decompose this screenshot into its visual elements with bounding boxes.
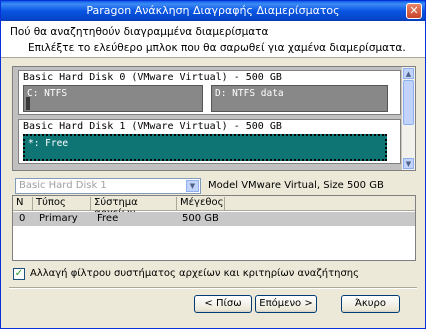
- disk-1[interactable]: Basic Hard Disk 1 (VMware Virtual) - 500…: [18, 119, 401, 164]
- disk-select-row: Basic Hard Disk 1 ▼ Model VMware Virtual…: [12, 175, 416, 197]
- filter-checkbox[interactable]: ✓: [13, 268, 25, 280]
- disk-select[interactable]: Basic Hard Disk 1 ▼: [15, 178, 201, 194]
- cancel-button[interactable]: Άκυρο: [341, 295, 400, 313]
- column-size[interactable]: Μέγεθος: [177, 197, 225, 210]
- scroll-thumb[interactable]: [403, 80, 414, 125]
- next-button[interactable]: Επόμενο >: [255, 295, 317, 313]
- column-filesystem[interactable]: Σύστημα αρχείων: [91, 197, 177, 219]
- wizard-window: Paragon Ανάκληση Διαγραφής Διαμερίσματος…: [0, 0, 426, 329]
- divider: [9, 287, 417, 289]
- disk-select-value: Basic Hard Disk 1: [19, 180, 107, 191]
- disk-model-info: Model VMware Virtual, Size 500 GB: [208, 180, 384, 191]
- disk-map-panel: Basic Hard Disk 0 (VMware Virtual) - 500…: [12, 66, 416, 171]
- filter-option[interactable]: ✓ Αλλαγή φίλτρου συστήματος αρχείων και …: [12, 267, 416, 283]
- page-subtitle: Επιλέξτε το ελεύθερο μπλοκ που θα σαρωθε…: [28, 42, 406, 54]
- cell-n: 0: [19, 213, 26, 224]
- disk-map-scrollbar[interactable]: ▲ ▼: [401, 67, 415, 170]
- disk-0[interactable]: Basic Hard Disk 0 (VMware Virtual) - 500…: [18, 70, 401, 115]
- partition-free[interactable]: *: Free: [23, 134, 387, 161]
- partition-c-label: C: NTFS: [27, 88, 68, 99]
- cell-type: Primary: [39, 213, 78, 224]
- partition-c[interactable]: C: NTFS: [23, 85, 203, 112]
- disk-0-label: Basic Hard Disk 0 (VMware Virtual) - 500…: [23, 72, 282, 83]
- checkmark-icon: ✓: [14, 268, 24, 279]
- page-title: Πού θα αναζητηθούν διαγραμμένα διαμερίσμ…: [10, 26, 269, 38]
- partition-usage-bar: [26, 97, 30, 110]
- partition-table: N Τύπος Σύστημα αρχείων Μέγεθος 0 Primar…: [12, 195, 416, 261]
- scroll-up-icon[interactable]: ▲: [403, 68, 414, 79]
- close-icon[interactable]: ✕: [406, 3, 422, 19]
- column-type[interactable]: Τύπος: [33, 197, 91, 210]
- partition-d-label: D: NTFS data: [215, 88, 284, 99]
- title-bar[interactable]: Paragon Ανάκληση Διαγραφής Διαμερίσματος…: [1, 1, 425, 21]
- filter-checkbox-label[interactable]: Αλλαγή φίλτρου συστήματος αρχείων και κρ…: [30, 268, 359, 279]
- disk-1-label: Basic Hard Disk 1 (VMware Virtual) - 500…: [23, 121, 282, 132]
- chevron-down-icon[interactable]: ▼: [186, 180, 199, 192]
- scroll-down-icon[interactable]: ▼: [403, 158, 414, 169]
- table-row[interactable]: 0 Primary Free 500 GB: [13, 212, 415, 226]
- partition-d[interactable]: D: NTFS data: [211, 85, 388, 112]
- cell-size: 500 GB: [182, 213, 219, 224]
- table-header: N Τύπος Σύστημα αρχείων Μέγεθος: [13, 196, 415, 219]
- cell-filesystem: Free: [97, 213, 119, 224]
- window-title: Paragon Ανάκληση Διαγραφής Διαμερίσματος: [86, 4, 340, 17]
- wizard-header: Πού θα αναζητηθούν διαγραμμένα διαμερίσμ…: [1, 21, 425, 58]
- column-n[interactable]: N: [13, 197, 33, 210]
- back-button[interactable]: < Πίσω: [194, 295, 252, 313]
- partition-free-label: *: Free: [28, 138, 69, 149]
